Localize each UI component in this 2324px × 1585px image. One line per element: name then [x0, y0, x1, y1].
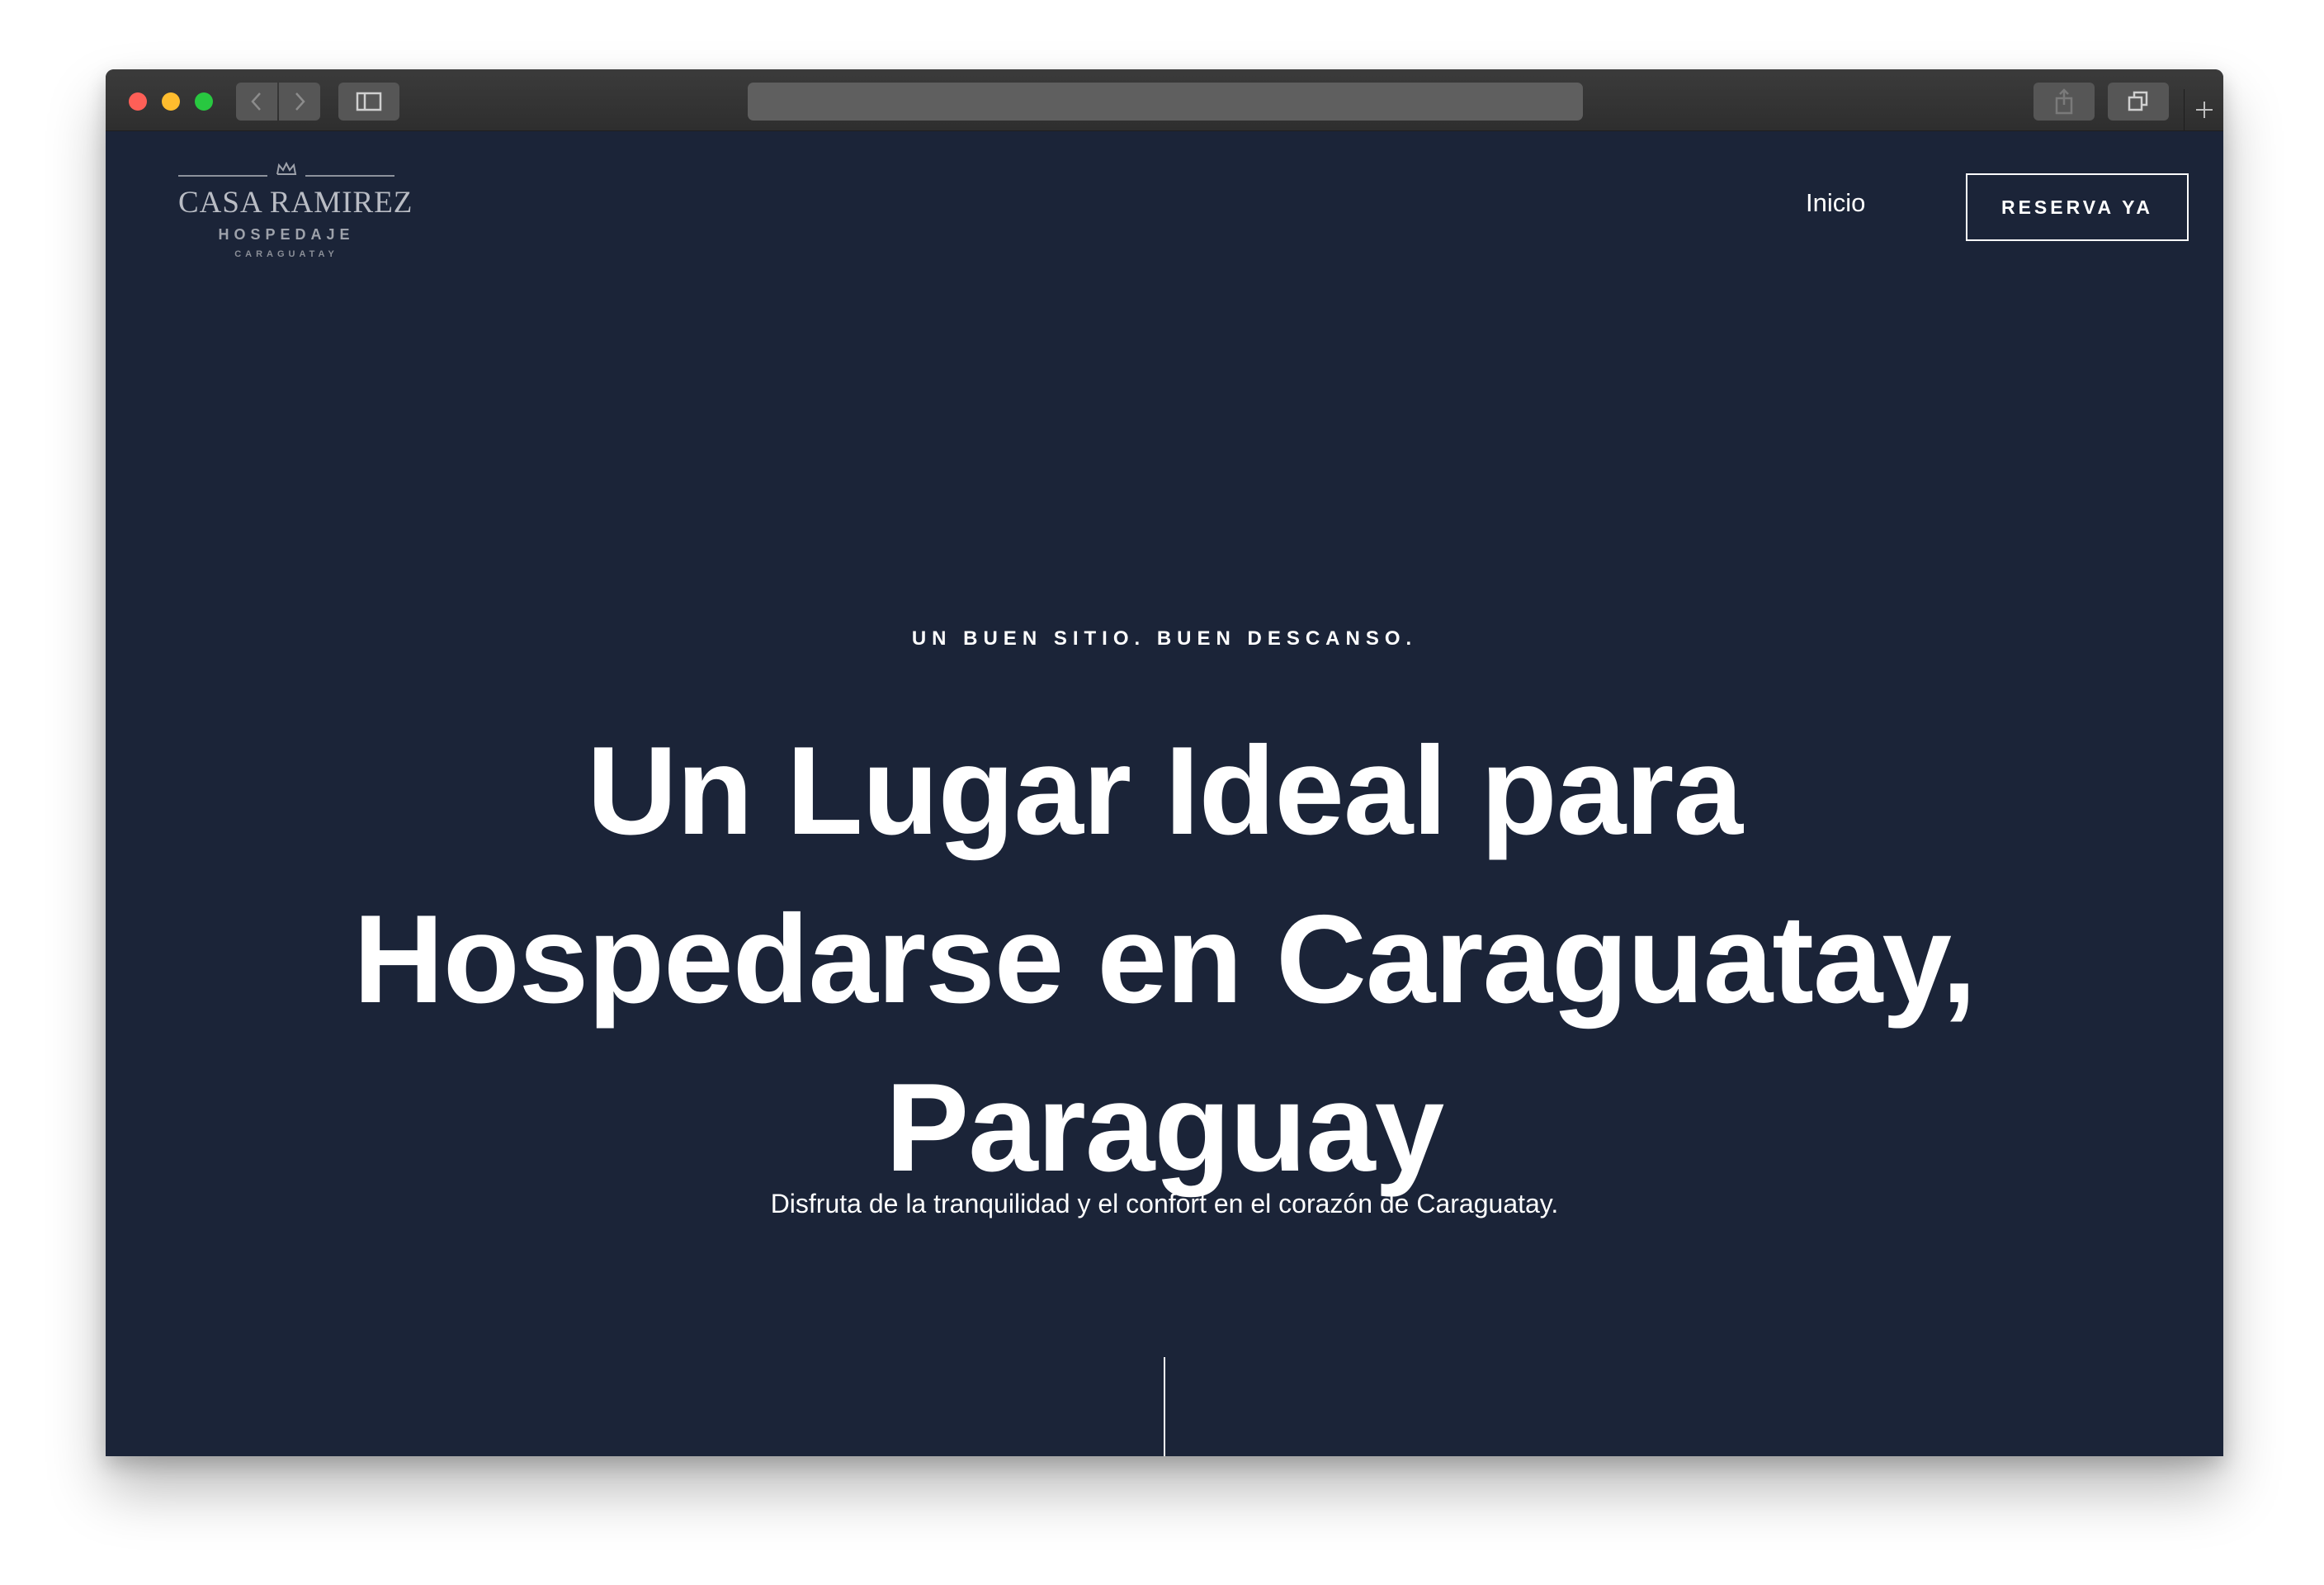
- logo-divider: [305, 175, 394, 177]
- sidebar-toggle-button[interactable]: [338, 83, 399, 121]
- scroll-indicator: [1164, 1357, 1165, 1456]
- logo-divider: [178, 175, 267, 177]
- logo-name: CASA RAMIREZ: [178, 186, 413, 220]
- crown-icon: [276, 162, 297, 175]
- sidebar-icon: [356, 92, 382, 111]
- hero-eyebrow: UN BUEN SITIO. BUEN DESCANSO.: [911, 627, 1418, 650]
- new-tab-button[interactable]: [2184, 89, 2223, 130]
- close-window-button[interactable]: [129, 92, 147, 111]
- tab-overview-button[interactable]: [2108, 83, 2169, 121]
- chevron-left-icon: [251, 92, 261, 111]
- reserva-ya-button[interactable]: RESERVA YA: [1966, 173, 2189, 241]
- logo-subtitle: HOSPEDAJE: [218, 226, 355, 243]
- plus-icon: [2196, 102, 2213, 118]
- hero-headline: Un Lugar Ideal para Hospedarse en Caragu…: [353, 721, 1977, 1198]
- address-bar[interactable]: [748, 83, 1583, 121]
- browser-window: CASA RAMIREZ HOSPEDAJE CARAGUATAY Inicio…: [106, 69, 2223, 1456]
- maximize-window-button[interactable]: [195, 92, 213, 111]
- nav-link-inicio[interactable]: Inicio: [1806, 188, 1865, 218]
- logo-location: CARAGUATAY: [234, 249, 338, 259]
- hero-subtext: Disfruta de la tranquilidad y el confort…: [770, 1189, 1559, 1218]
- site-logo[interactable]: CASA RAMIREZ HOSPEDAJE CARAGUATAY: [178, 162, 413, 263]
- chevron-right-icon: [295, 92, 305, 111]
- tabs-icon: [2128, 91, 2148, 111]
- share-icon: [2055, 88, 2073, 115]
- hero-section: CASA RAMIREZ HOSPEDAJE CARAGUATAY Inicio…: [106, 130, 2223, 1456]
- forward-button[interactable]: [279, 83, 320, 121]
- back-button[interactable]: [236, 83, 277, 121]
- browser-toolbar: [106, 69, 2223, 131]
- minimize-window-button[interactable]: [162, 92, 180, 111]
- share-button[interactable]: [2034, 83, 2095, 121]
